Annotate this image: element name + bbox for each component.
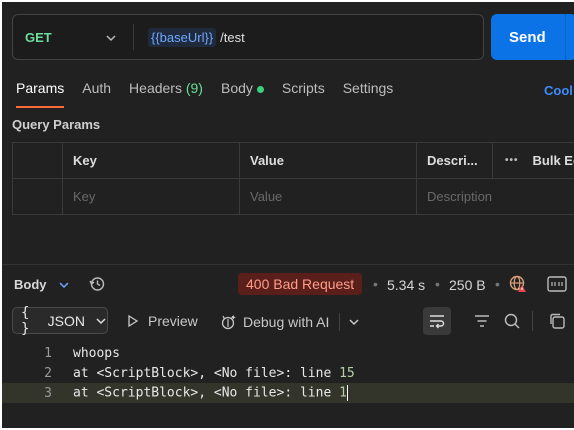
url-divider <box>133 24 134 50</box>
checkbox-column-header <box>12 143 62 178</box>
url-variable[interactable]: {{baseUrl}} <box>148 27 217 47</box>
tab-params[interactable]: Params <box>16 80 65 108</box>
code-number: 1 <box>339 385 347 401</box>
filter-icon[interactable] <box>473 312 491 330</box>
url-bar: GET {{baseUrl}} /test <box>12 14 484 60</box>
send-button[interactable]: Send <box>491 14 574 60</box>
tab-settings[interactable]: Settings <box>343 80 394 108</box>
query-params-title: Query Params <box>12 117 101 132</box>
response-body-editor[interactable]: 1 whoops 2 at <ScriptBlock>, <No file>: … <box>2 343 574 403</box>
bulk-edit-button[interactable]: ••• Bulk Ec <box>492 143 574 178</box>
tab-auth[interactable]: Auth <box>82 80 111 108</box>
cookies-link[interactable]: Cool <box>544 83 573 98</box>
code-line: 1 whoops <box>2 343 574 363</box>
column-header-value: Value <box>239 143 416 178</box>
key-input[interactable]: Key <box>62 179 239 214</box>
line-number: 3 <box>44 385 52 401</box>
tab-label: Body <box>220 80 253 96</box>
code-line-content: at <ScriptBlock>, <No file>: line 15 <box>73 366 355 381</box>
request-tabs: Params Auth Headers (9) Body Scripts Set… <box>16 80 411 108</box>
method-label: GET <box>25 29 52 45</box>
chevron-down-icon[interactable] <box>348 316 360 328</box>
response-size[interactable]: 250 B <box>449 277 486 293</box>
tab-body[interactable]: Body <box>221 80 264 108</box>
headers-count: (9) <box>185 80 203 96</box>
globe-alert-icon[interactable] <box>508 274 528 294</box>
response-time[interactable]: 5.34 s <box>387 277 425 293</box>
line-number: 1 <box>44 345 52 361</box>
more-options-icon[interactable]: ••• <box>505 155 519 166</box>
line-number: 2 <box>44 365 52 381</box>
chevron-down-icon[interactable] <box>58 279 70 291</box>
debug-with-ai-button[interactable]: Debug with AI <box>219 313 360 331</box>
wrap-icon <box>428 312 446 330</box>
tab-label: Params <box>16 80 65 96</box>
code-text: whoops <box>73 345 120 361</box>
response-body-label[interactable]: Body <box>14 277 47 292</box>
chevron-down-icon <box>105 32 117 44</box>
separator-dot: • <box>495 276 500 292</box>
tab-label: Auth <box>82 80 112 96</box>
toolbar-divider <box>532 311 533 331</box>
copy-icon[interactable] <box>548 312 566 330</box>
separator-dot: • <box>373 276 378 292</box>
column-header-description: Descri... <box>416 143 492 178</box>
wrap-lines-button[interactable] <box>423 307 451 335</box>
preview-label: Preview <box>148 313 198 329</box>
preview-button[interactable]: Preview <box>126 313 198 329</box>
tab-label: Headers <box>129 80 182 96</box>
format-select[interactable]: { } JSON <box>12 304 108 337</box>
send-dropdown-divider <box>565 14 566 60</box>
tab-label: Settings <box>342 80 394 96</box>
code-text: at <ScriptBlock>, <No file>: line <box>73 385 340 401</box>
code-line: 2 at <ScriptBlock>, <No file>: line 15 <box>2 363 574 383</box>
column-header-key: Key <box>62 143 239 178</box>
body-indicator-dot <box>256 85 264 93</box>
method-select[interactable]: GET <box>13 15 123 59</box>
status-badge[interactable]: 400 Bad Request <box>238 273 363 295</box>
play-icon <box>126 314 140 328</box>
postman-app: GET {{baseUrl}} /test Send Params Auth H… <box>2 2 574 428</box>
history-icon[interactable] <box>88 275 106 293</box>
query-params-table: Key Value Descri... ••• Bulk Ec Key Valu… <box>12 142 574 215</box>
response-bar: Body 400 Bad Request • 5.34 s • 250 B • <box>2 264 574 304</box>
code-line-content: at <ScriptBlock>, <No file>: line 1 <box>73 385 348 401</box>
bulk-edit-label: Bulk Ec <box>532 153 574 168</box>
code-number: 15 <box>339 365 355 381</box>
braces-icon: { } <box>21 304 30 337</box>
toolbar-divider <box>339 313 341 331</box>
row-checkbox-cell <box>12 179 62 214</box>
send-label: Send <box>509 28 546 46</box>
table-row: Key Value Description <box>12 179 574 215</box>
format-label: JSON <box>47 312 85 329</box>
code-line-active: 3 at <ScriptBlock>, <No file>: line 1 <box>2 383 574 403</box>
code-text: at <ScriptBlock>, <No file>: line <box>73 365 340 381</box>
value-input[interactable]: Value <box>239 179 416 214</box>
table-header-row: Key Value Descri... ••• Bulk Ec <box>12 143 574 179</box>
separator-dot: • <box>435 276 440 292</box>
chevron-down-icon <box>95 315 107 327</box>
description-input[interactable]: Description <box>416 179 574 214</box>
url-path: /test <box>220 29 245 45</box>
url-input[interactable]: {{baseUrl}} /test <box>148 27 245 47</box>
ai-debug-icon <box>219 313 237 331</box>
screenshot-icon[interactable] <box>546 274 568 294</box>
debug-label: Debug with AI <box>243 314 330 330</box>
tab-headers[interactable]: Headers (9) <box>129 80 203 108</box>
tab-label: Scripts <box>281 80 325 96</box>
text-caret <box>346 385 348 401</box>
tab-scripts[interactable]: Scripts <box>282 80 325 108</box>
search-icon[interactable] <box>503 312 521 330</box>
